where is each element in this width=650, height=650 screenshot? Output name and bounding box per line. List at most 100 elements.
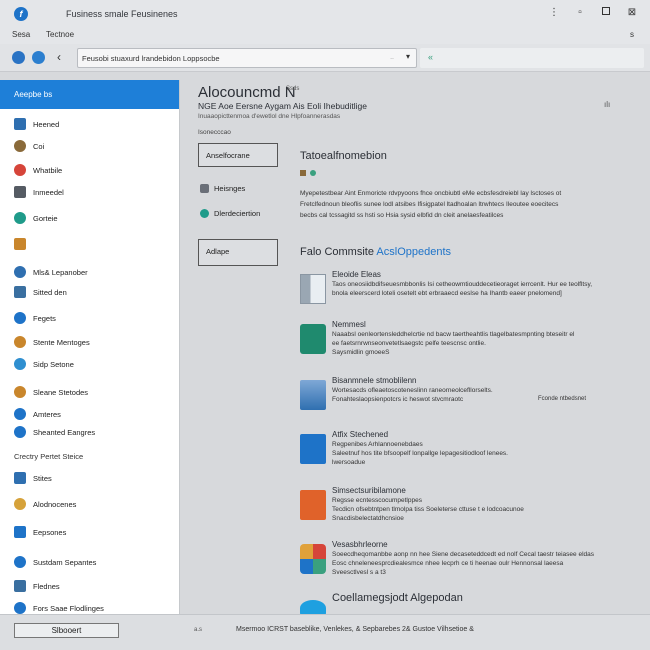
title-bar: f Fusiness smale Feusinenes ⋮ ▫ ⊠ [0, 0, 650, 26]
sidebar-item-icon [14, 556, 26, 568]
component-title[interactable]: Coellamegsjodt Algepodan [332, 592, 463, 604]
sidebar-item-icon [14, 212, 26, 224]
sidebar-item-icon [14, 312, 26, 324]
status-button[interactable]: Slbooert [14, 623, 119, 638]
sidebar-item[interactable]: Mls& Lepanober [14, 266, 88, 278]
page-subtitle: NGE Aoe Eersne Aygam Ais Eoli Ihebuditli… [198, 101, 367, 111]
menu-item-tectnoe[interactable]: Tectnoe [46, 30, 74, 39]
address-text: Feusobi stuaxurd lrandebidon Loppsocbe [82, 54, 220, 63]
paragraph-line: becbs cal tcssagitd ss hsti so Hsia sysi… [300, 212, 504, 219]
app-circle-icon[interactable] [12, 51, 25, 64]
component-item[interactable]: Simsectsuribilamone Regsse ecntesscocumpe… [300, 486, 630, 530]
sidebar-item[interactable]: Stites [14, 472, 52, 484]
sidebar-item[interactable]: Sidp Setone [14, 358, 74, 370]
sidebar-item-label: Flednes [33, 581, 60, 591]
component-line: Soeecdheqomanbbe aonp nn hee Siene decas… [332, 551, 594, 558]
address-bar[interactable]: Feusobi stuaxurd lrandebidon Loppsocbe .… [77, 48, 417, 68]
section-title-information: Tatoealfnomebion [300, 150, 387, 162]
sidebar-item[interactable]: Inmeedel [14, 186, 64, 198]
sidebar-item-icon [14, 426, 26, 438]
component-line: Regsse ecntesscocumpetlppes [332, 497, 422, 504]
component-title[interactable]: Vesasbhrleorne [332, 540, 388, 549]
sidebar-item-label: Stente Mentoges [33, 337, 90, 347]
sidebar-item[interactable]: Alodnocenes [14, 498, 76, 510]
sidebar-item[interactable]: Sleane Stetodes [14, 386, 88, 398]
sidebar-item-icon [14, 286, 26, 298]
sidebar-item[interactable]: Fors Saae Flodlinges [14, 602, 104, 614]
component-line: Saysmidlin gmoeeS [332, 349, 390, 356]
sidebar-item-icon [14, 386, 26, 398]
sidebar-item-label: Stites [33, 473, 52, 483]
sidebar-item-icon [14, 358, 26, 370]
green-icon [300, 324, 326, 354]
sidebar-header[interactable]: Aeepbe bs [0, 80, 179, 109]
leaf-icon [310, 170, 316, 176]
sidebar-item-label: Sustdam Sepantes [33, 557, 97, 567]
component-title[interactable]: Eleoide Eleas [332, 270, 381, 279]
signal-icon[interactable]: ılı [604, 100, 610, 109]
sidebar-item[interactable]: Coi [14, 140, 44, 152]
sidebar-item-icon [14, 164, 26, 176]
sidebar-item-icon [14, 140, 26, 152]
arrow-left-icon: « [428, 52, 434, 62]
nav-link-settings[interactable]: Heisnges [200, 184, 245, 193]
component-item[interactable]: Nemmesl Naaabsl oenleortensleddhelcrtie n… [300, 320, 630, 364]
section-paragraph: Myepetestbear Aint Enmoricte rdvpyoons f… [300, 188, 630, 221]
component-title[interactable]: Bisanmnele stmoblilenn [332, 376, 417, 385]
component-title[interactable]: Simsectsuribilamone [332, 486, 406, 495]
component-item[interactable]: Vesasbhrleorne Soeecdheqomanbbe aonp nn h… [300, 540, 630, 584]
app-logo-icon: f [14, 7, 28, 21]
menu-right-item[interactable]: s [630, 30, 634, 39]
menu-item-sesa[interactable]: Sesa [12, 30, 30, 39]
book-icon [300, 274, 326, 304]
chat-icon[interactable] [32, 51, 45, 64]
sidebar-item-label: Fegets [33, 313, 56, 323]
sidebar-item[interactable]: Sheanted Eangres [14, 426, 95, 438]
nav-button-secondary[interactable]: Adlape [198, 239, 278, 266]
sidebar-item-label: Whatbile [33, 165, 63, 175]
sidebar-item-label: Sitted den [33, 287, 67, 297]
nav-button-primary[interactable]: Anselfocrane [198, 143, 278, 167]
minimize-button[interactable]: ▫ [572, 5, 588, 21]
sidebar-item[interactable]: Flednes [14, 580, 60, 592]
component-item[interactable]: Eleoide Eleas Taos oneosiidbdifseuesmbbon… [300, 270, 630, 314]
close-button[interactable]: ⊠ [624, 5, 640, 21]
back-arrow-icon[interactable]: ‹ [57, 50, 61, 64]
sidebar-item[interactable]: Amteres [14, 408, 61, 420]
section-title-accent[interactable]: AcslOppedents [376, 246, 451, 258]
sidebar-item[interactable]: Sustdam Sepantes [14, 556, 96, 568]
sidebar-item-label: Sheanted Eangres [33, 427, 96, 437]
component-line: Tecdicn ofsebtntpen tlmolpa tiss Soelete… [332, 506, 524, 513]
sidebar-item-icon [14, 186, 26, 198]
sidebar-item-icon [14, 526, 26, 538]
component-line: Naaabsl oenleortensleddhelcrtie nd bacw … [332, 331, 575, 338]
status-bar: Slbooert a.s Msermoo ICRST baseblike, Ve… [0, 614, 650, 650]
sidebar-item-icon [14, 580, 26, 592]
nav-link-direction[interactable]: Dlerdeciertion [200, 209, 260, 218]
component-title[interactable]: Nemmesl [332, 320, 366, 329]
sidebar-item[interactable]: Stente Mentoges [14, 336, 90, 348]
component-line: Fonahteslaopsienpotcrs ic heswot stvcmra… [332, 396, 464, 403]
sidebar-item[interactable]: Heened [14, 118, 59, 130]
sidebar-item[interactable] [14, 238, 33, 250]
title-badge: Ssds [286, 86, 300, 92]
component-item[interactable]: Bisanmnele stmoblilenn Wortesacds ofleaet… [300, 376, 630, 420]
nav-link-label: Dlerdeciertion [214, 209, 261, 218]
component-line: Sveesctlvesl s a t3 [332, 569, 386, 576]
status-indicator: a.s [194, 627, 203, 633]
sidebar-item[interactable]: Fegets [14, 312, 56, 324]
maximize-button[interactable] [598, 5, 614, 21]
sidebar-item-label: Amteres [33, 409, 61, 419]
sidebar-item[interactable]: Whatbile [14, 164, 62, 176]
chevron-down-icon[interactable]: ▾ [406, 52, 410, 61]
secondary-field[interactable]: « [420, 48, 644, 68]
more-icon[interactable]: ⋮ [546, 5, 562, 21]
sidebar-item[interactable]: Sitted den [14, 286, 67, 298]
status-text: Msermoo ICRST baseblike, Venlekes, & Sep… [236, 626, 474, 633]
sidebar-item-icon [14, 118, 26, 130]
sidebar-item[interactable]: Gorteie [14, 212, 58, 224]
component-item[interactable]: Atfix Stechened Regpenibes Arhlannoenebda… [300, 430, 630, 474]
component-title[interactable]: Atfix Stechened [332, 430, 388, 439]
sidebar-item-icon [14, 408, 26, 420]
sidebar-item[interactable]: Eepsones [14, 526, 66, 538]
